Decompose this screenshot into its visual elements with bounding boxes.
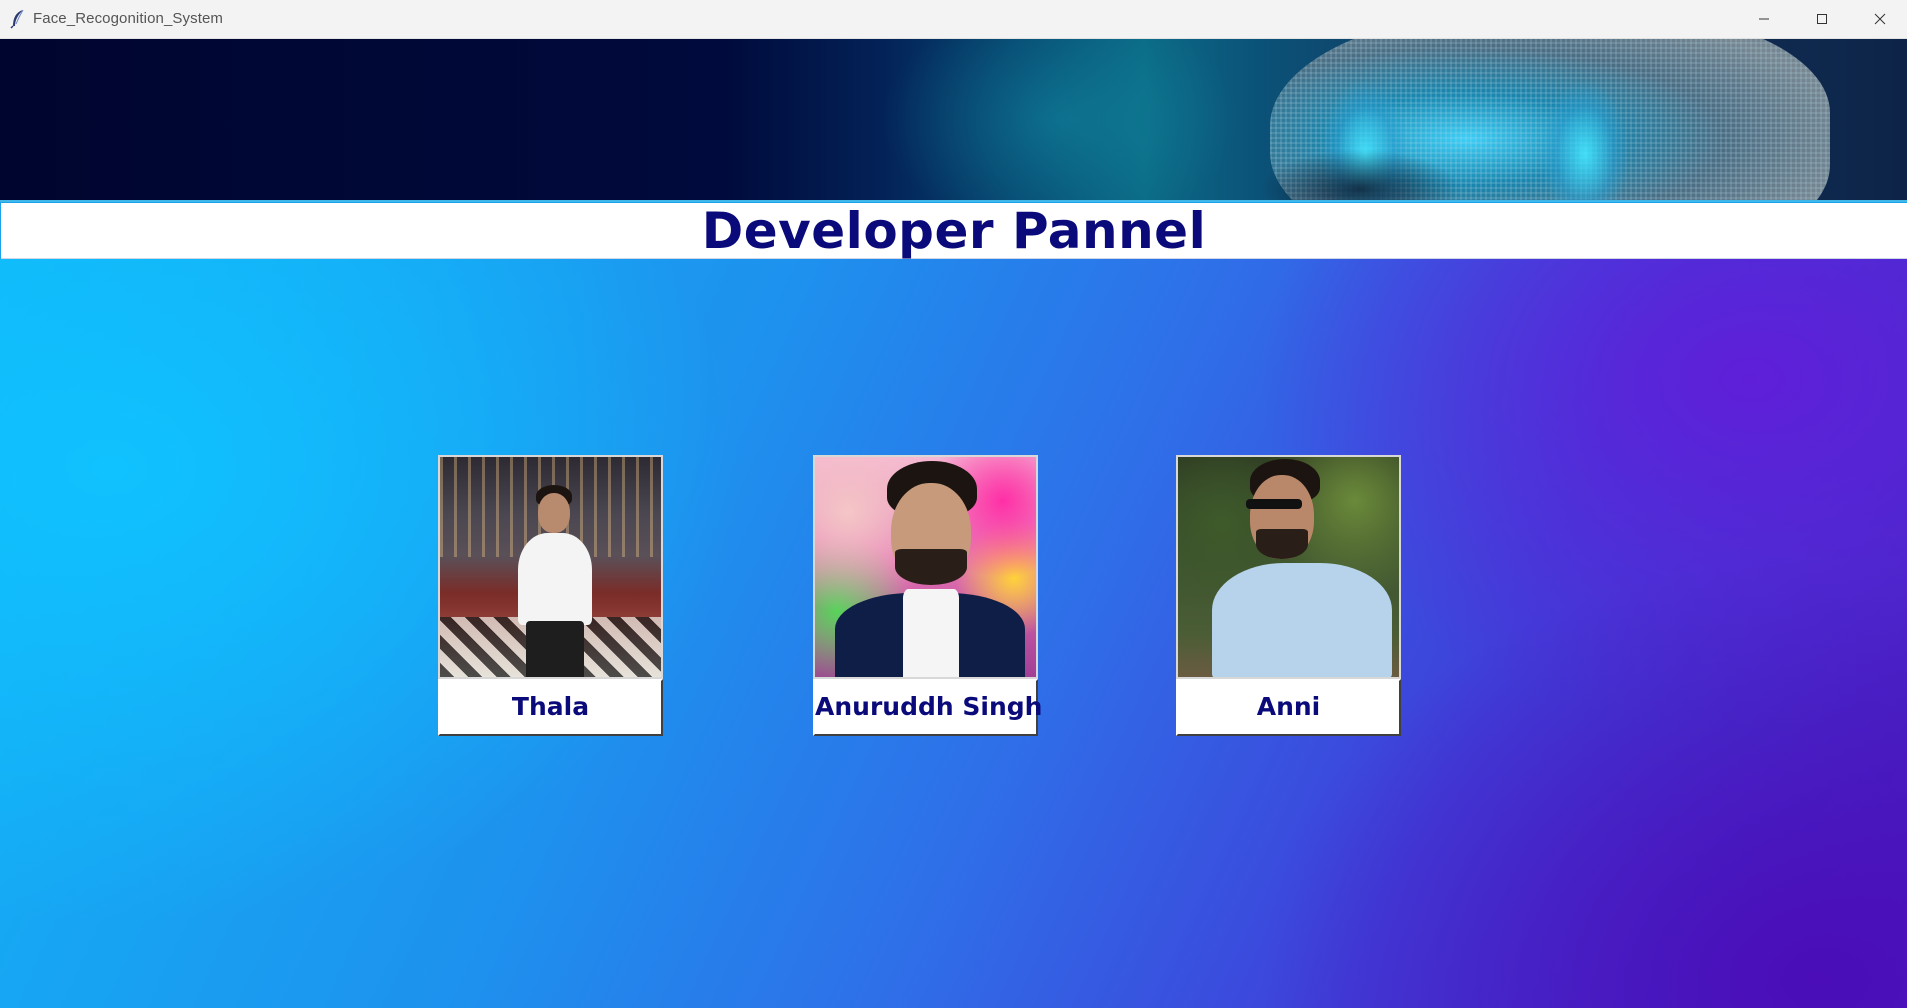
- developer-photo: [1176, 455, 1401, 679]
- main-background: Thala Anuruddh Singh Anni: [0, 259, 1907, 1008]
- minimize-button[interactable]: [1735, 0, 1793, 39]
- person-figure: [835, 461, 1025, 677]
- person-figure: [1202, 459, 1399, 677]
- close-button[interactable]: [1851, 0, 1907, 39]
- developer-photo: [438, 455, 663, 679]
- banner-shadow: [1260, 149, 1460, 200]
- developer-card: Anuruddh Singh: [813, 455, 1042, 736]
- developer-card: Thala: [438, 455, 663, 736]
- minimize-icon: [1758, 10, 1770, 29]
- header-strip: Developer Pannel: [1, 203, 1907, 259]
- title-bar: Face_Recogonition_System: [0, 0, 1907, 39]
- developer-name-button[interactable]: Anni: [1176, 679, 1401, 736]
- window-title: Face_Recogonition_System: [33, 10, 224, 27]
- developer-name-button[interactable]: Thala: [438, 679, 663, 736]
- page-title: Developer Pannel: [701, 202, 1207, 260]
- app-window: Face_Recogonition_System Developer Panne…: [0, 0, 1907, 1008]
- person-figure: [510, 485, 600, 677]
- feather-icon: [10, 9, 26, 29]
- banner-glow: [880, 39, 1240, 200]
- close-icon: [1874, 10, 1886, 29]
- maximize-icon: [1816, 10, 1828, 29]
- developer-card: Anni: [1176, 455, 1401, 736]
- developer-name-button[interactable]: Anuruddh Singh: [813, 679, 1042, 736]
- developer-photo: [813, 455, 1038, 679]
- banner-image: [0, 39, 1907, 202]
- maximize-button[interactable]: [1793, 0, 1851, 39]
